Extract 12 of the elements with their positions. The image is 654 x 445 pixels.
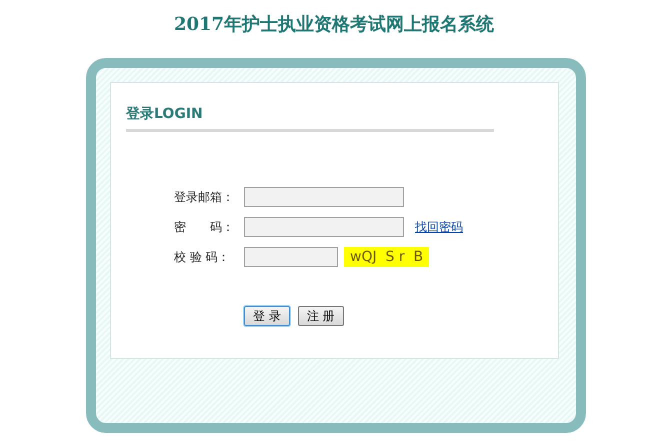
panel-heading: 登录LOGIN <box>126 105 494 132</box>
form-button[interactable]: 注 册 <box>298 306 344 326</box>
input-field[interactable] <box>244 187 404 207</box>
field-label: 密 码： <box>174 218 235 236</box>
form-button[interactable]: 登 录 <box>244 306 290 326</box>
recover-password-link[interactable]: 找回密码 <box>415 218 463 236</box>
field-label: 校 验 码： <box>174 248 231 266</box>
input-field[interactable] <box>244 217 404 237</box>
captcha-image: wQJ S r B <box>344 247 430 267</box>
page-title: 2017年护士执业资格考试网上报名系统 <box>172 13 496 37</box>
field-label: 登录邮箱： <box>174 188 235 206</box>
input-field[interactable] <box>244 247 338 267</box>
